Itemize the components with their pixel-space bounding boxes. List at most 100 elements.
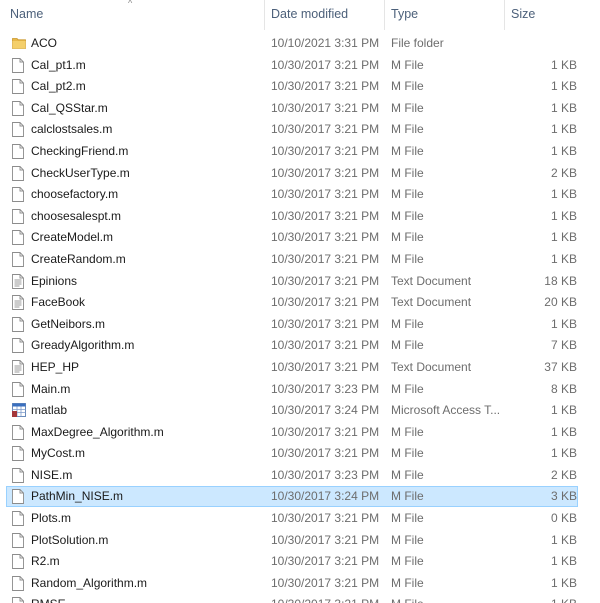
file-row[interactable]: GetNeibors.m 10/30/2017 3:21 PM M File 1 KB — [0, 314, 600, 336]
file-icon — [12, 532, 26, 549]
file-icon — [12, 100, 26, 117]
file-date-modified: 10/30/2017 3:21 PM — [271, 273, 380, 288]
file-date-modified: 10/30/2017 3:21 PM — [271, 446, 380, 461]
file-row[interactable]: calclostsales.m 10/30/2017 3:21 PM M File 1… — [0, 119, 600, 141]
file-size: 1 KB — [550, 532, 577, 547]
file-row[interactable]: Cal_QSStar.m 10/30/2017 3:21 PM M File 1 KB — [0, 98, 600, 120]
column-header-date-modified[interactable]: Date modified — [265, 0, 385, 30]
file-date-modified: 10/30/2017 3:21 PM — [271, 359, 380, 374]
file-name: choosefactory.m — [31, 187, 119, 202]
file-icon — [12, 251, 26, 268]
file-row[interactable]: Cal_pt1.m 10/30/2017 3:21 PM M File 1 KB — [0, 55, 600, 77]
file-date-modified: 10/30/2017 3:21 PM — [271, 424, 380, 439]
file-row[interactable]: Random_Algorithm.m 10/30/2017 3:21 PM M Fi… — [0, 573, 600, 595]
text-document-icon — [12, 295, 26, 311]
file-name: PathMin_NISE.m — [31, 489, 124, 504]
file-row[interactable]: R2.m 10/30/2017 3:21 PM M File 1 KB — [0, 551, 600, 573]
file-icon — [12, 57, 26, 74]
file-row[interactable]: ACO 10/10/2021 3:31 PM File folder — [0, 33, 600, 55]
file-row[interactable]: CheckUserType.m 10/30/2017 3:21 PM M File 2… — [0, 163, 600, 185]
column-header-name[interactable]: Name ^ — [0, 0, 265, 30]
file-row[interactable]: Main.m 10/30/2017 3:23 PM M File 8 KB — [0, 379, 600, 401]
file-row[interactable]: MyCost.m 10/30/2017 3:21 PM M File 1 KB — [0, 443, 600, 465]
file-icon — [12, 144, 26, 160]
file-date-modified: 10/30/2017 3:21 PM — [271, 554, 380, 569]
file-name: Cal_pt2.m — [31, 79, 86, 94]
file-row[interactable]: Plots.m 10/30/2017 3:21 PM M File 0 KB — [0, 508, 600, 530]
file-row[interactable]: PlotSolution.m 10/30/2017 3:21 PM M File 1 … — [0, 530, 600, 552]
column-header-type[interactable]: Type — [385, 0, 505, 30]
file-size: 1 KB — [550, 575, 577, 590]
file-row[interactable]: matlab 10/30/2017 3:24 PM Microsoft Access… — [0, 400, 600, 422]
file-name: calclostsales.m — [31, 122, 113, 137]
file-size: 8 KB — [550, 381, 577, 396]
file-size: 1 KB — [550, 403, 577, 418]
file-type: Text Document — [391, 295, 472, 310]
file-icon — [12, 316, 26, 333]
file-date-modified: 10/30/2017 3:21 PM — [271, 57, 380, 72]
file-date-modified: 10/30/2017 3:24 PM — [271, 489, 380, 504]
folder-icon — [12, 36, 26, 52]
file-row[interactable]: GreadyAlgorithm.m 10/30/2017 3:21 PM M Fil… — [0, 335, 600, 357]
file-row[interactable]: PathMin_NISE.m 10/30/2017 3:24 PM M File 3 … — [0, 486, 600, 508]
file-size: 18 KB — [544, 273, 577, 288]
file-icon — [12, 381, 26, 398]
file-date-modified: 10/30/2017 3:23 PM — [271, 467, 380, 482]
file-type: M File — [391, 230, 424, 245]
file-size: 1 KB — [550, 251, 577, 266]
file-date-modified: 10/30/2017 3:24 PM — [271, 403, 380, 418]
file-date-modified: 10/30/2017 3:21 PM — [271, 532, 380, 547]
file-name: choosesalespt.m — [31, 208, 122, 223]
file-type: M File — [391, 511, 424, 526]
text-document-icon — [12, 359, 26, 376]
file-type: M File — [391, 467, 424, 482]
file-row[interactable]: HEP_HP 10/30/2017 3:21 PM Text Document 37 … — [0, 357, 600, 379]
file-type: M File — [391, 251, 424, 266]
file-row[interactable]: MaxDegree_Algorithm.m 10/30/2017 3:21 PM M… — [0, 422, 600, 444]
file-name: Cal_QSStar.m — [31, 100, 108, 115]
file-date-modified: 10/30/2017 3:21 PM — [271, 316, 380, 331]
column-header-name-label: Name — [10, 7, 44, 21]
file-type: M File — [391, 187, 424, 202]
file-date-modified: 10/30/2017 3:21 PM — [271, 230, 380, 245]
text-document-icon — [12, 273, 26, 290]
file-date-modified: 10/30/2017 3:21 PM — [271, 295, 380, 310]
file-date-modified: 10/30/2017 3:21 PM — [271, 165, 380, 180]
file-type: Microsoft Access T... — [391, 403, 501, 418]
file-row[interactable]: choosefactory.m 10/30/2017 3:21 PM M File 1… — [0, 184, 600, 206]
file-size: 1 KB — [550, 122, 577, 137]
access-table-icon — [12, 403, 26, 419]
file-type: M File — [391, 575, 424, 590]
file-size: 3 KB — [550, 489, 577, 504]
file-type: M File — [391, 79, 424, 94]
file-row[interactable]: CreateRandom.m 10/30/2017 3:21 PM M File 1 … — [0, 249, 600, 271]
file-date-modified: 10/30/2017 3:21 PM — [271, 100, 380, 115]
file-row[interactable]: Epinions 10/30/2017 3:21 PM Text Document 1… — [0, 271, 600, 293]
file-row[interactable]: FaceBook 10/30/2017 3:21 PM Text Document 2… — [0, 292, 600, 314]
file-name: HEP_HP — [31, 359, 80, 374]
file-name: FaceBook — [31, 295, 86, 310]
file-type: M File — [391, 554, 424, 569]
file-row[interactable]: RMSE 10/30/2017 3:21 PM M File1 KB — [0, 594, 600, 603]
file-name: Cal_pt1.m — [31, 57, 86, 72]
column-header-size[interactable]: Size — [505, 0, 585, 30]
file-icon — [12, 208, 26, 225]
file-type: M File — [391, 316, 424, 331]
file-icon — [12, 79, 26, 95]
file-row[interactable]: choosesalespt.m 10/30/2017 3:21 PM M File 1… — [0, 206, 600, 228]
file-row[interactable]: Cal_pt2.m 10/30/2017 3:21 PM M File 1 KB — [0, 76, 600, 98]
file-icon — [12, 575, 26, 592]
file-name: CheckUserType.m — [31, 165, 130, 180]
file-name: PlotSolution.m — [31, 532, 109, 547]
file-type: M File — [391, 165, 424, 180]
file-size: 37 KB — [544, 359, 577, 374]
file-row[interactable]: CheckingFriend.m 10/30/2017 3:21 PM M File… — [0, 141, 600, 163]
file-name: Random_Algorithm.m — [31, 575, 148, 590]
column-header-size-label: Size — [511, 7, 536, 21]
file-size: 1 KB — [550, 57, 577, 72]
file-type: M File — [391, 143, 424, 158]
file-row[interactable]: CreateModel.m 10/30/2017 3:21 PM M File 1 K… — [0, 227, 600, 249]
file-icon — [12, 230, 26, 246]
file-name: CreateRandom.m — [31, 251, 126, 266]
file-row[interactable]: NISE.m 10/30/2017 3:23 PM M File 2 KB — [0, 465, 600, 487]
